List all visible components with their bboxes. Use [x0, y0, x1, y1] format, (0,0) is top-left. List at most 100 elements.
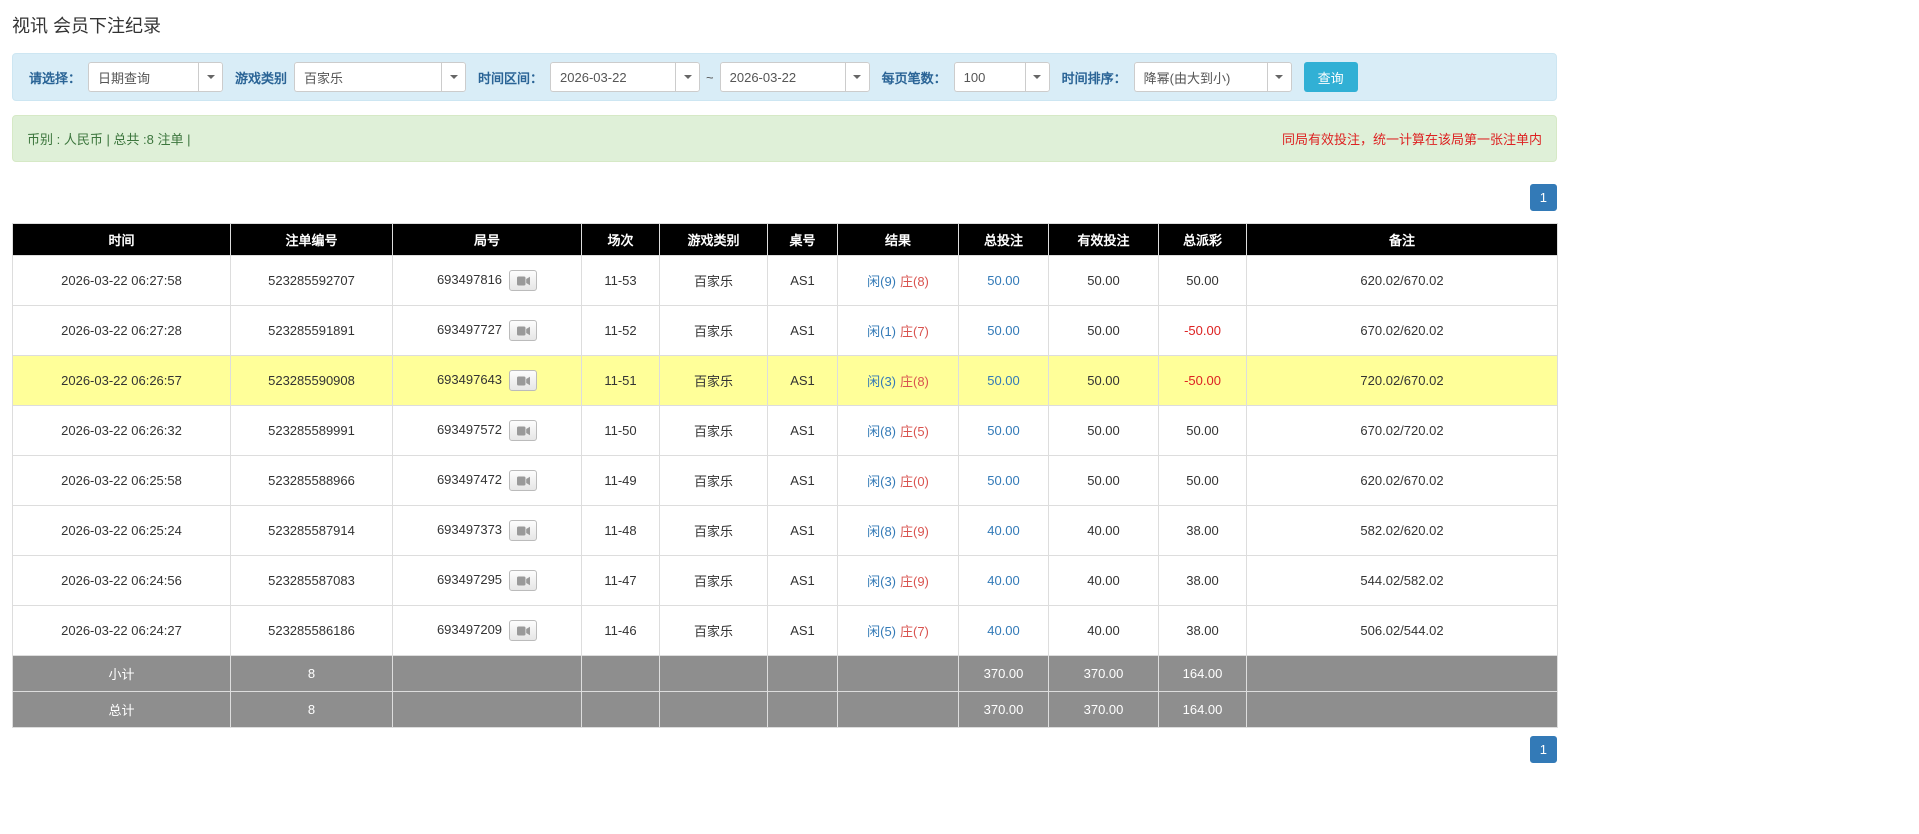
- empty-cell: [1247, 692, 1558, 728]
- bet-record-row[interactable]: 2026-03-22 06:24:27 523285586186 6934972…: [13, 606, 1558, 656]
- cell-round-id: 693497572: [393, 406, 582, 456]
- total-count: 8: [231, 692, 393, 728]
- cell-payout: 38.00: [1159, 606, 1247, 656]
- date-to-picker[interactable]: 2026-03-22: [720, 62, 870, 92]
- subtotal-valid-bet: 370.00: [1049, 656, 1159, 692]
- cell-session: 11-53: [582, 256, 660, 306]
- cell-bet-time: 2026-03-22 06:27:58: [13, 256, 231, 306]
- bet-record-row[interactable]: 2026-03-22 06:27:58 523285592707 6934978…: [13, 256, 1558, 306]
- subtotal-row: 小计 8 370.00 370.00 164.00: [13, 656, 1558, 692]
- date-from-value: 2026-03-22: [550, 62, 675, 92]
- subtotal-total-bet: 370.00: [959, 656, 1049, 692]
- column-header: 时间: [13, 224, 231, 256]
- cell-valid-bet: 50.00: [1049, 456, 1159, 506]
- sort-order-dropdown[interactable]: 降幂(由大到小): [1134, 62, 1292, 92]
- page-1-button[interactable]: 1: [1530, 736, 1557, 763]
- empty-cell: [582, 692, 660, 728]
- subtotal-label: 小计: [13, 656, 231, 692]
- cell-round-id: 693497295: [393, 556, 582, 606]
- cell-game-type: 百家乐: [660, 306, 768, 356]
- cell-game-type: 百家乐: [660, 506, 768, 556]
- cell-session: 11-51: [582, 356, 660, 406]
- cell-bet-id: 523285590908: [231, 356, 393, 406]
- cell-game-type: 百家乐: [660, 606, 768, 656]
- cell-valid-bet: 50.00: [1049, 306, 1159, 356]
- total-bet-link[interactable]: 50.00: [987, 273, 1020, 288]
- video-replay-button[interactable]: [509, 470, 537, 491]
- total-bet-link[interactable]: 50.00: [987, 423, 1020, 438]
- bet-record-row[interactable]: 2026-03-22 06:27:28 523285591891 6934977…: [13, 306, 1558, 356]
- empty-cell: [768, 692, 838, 728]
- query-type-dropdown[interactable]: 日期查询: [88, 62, 223, 92]
- cell-bet-id: 523285589991: [231, 406, 393, 456]
- cell-game-type: 百家乐: [660, 456, 768, 506]
- cell-game-type: 百家乐: [660, 406, 768, 456]
- round-id-text: 693497295: [437, 572, 502, 587]
- chevron-down-icon[interactable]: [1025, 62, 1050, 92]
- video-replay-button[interactable]: [509, 570, 537, 591]
- sort-order-label: 时间排序：: [1062, 68, 1127, 87]
- cell-round-id: 693497643: [393, 356, 582, 406]
- total-total-bet: 370.00: [959, 692, 1049, 728]
- cell-valid-bet: 50.00: [1049, 356, 1159, 406]
- bet-record-row[interactable]: 2026-03-22 06:26:32 523285589991 6934975…: [13, 406, 1558, 456]
- cell-total-bet: 50.00: [959, 456, 1049, 506]
- date-from-picker[interactable]: 2026-03-22: [550, 62, 700, 92]
- column-header: 桌号: [768, 224, 838, 256]
- cell-session: 11-46: [582, 606, 660, 656]
- video-replay-button[interactable]: [509, 270, 537, 291]
- cell-payout: 50.00: [1159, 406, 1247, 456]
- page-size-dropdown[interactable]: 100: [954, 62, 1050, 92]
- total-bet-link[interactable]: 50.00: [987, 473, 1020, 488]
- bet-record-row[interactable]: 2026-03-22 06:25:24 523285587914 6934973…: [13, 506, 1558, 556]
- video-replay-button[interactable]: [509, 520, 537, 541]
- video-replay-button[interactable]: [509, 320, 537, 341]
- video-replay-button[interactable]: [509, 420, 537, 441]
- search-button[interactable]: 查询: [1304, 62, 1358, 92]
- cell-payout: -50.00: [1159, 306, 1247, 356]
- video-camera-icon: [517, 476, 530, 486]
- total-bet-link[interactable]: 50.00: [987, 323, 1020, 338]
- video-replay-button[interactable]: [509, 370, 537, 391]
- chevron-down-icon[interactable]: [441, 62, 466, 92]
- result-player-value: 闲(8): [867, 524, 896, 539]
- cell-valid-bet: 50.00: [1049, 256, 1159, 306]
- total-bet-link[interactable]: 40.00: [987, 623, 1020, 638]
- result-banker-value: 庄(9): [900, 574, 929, 589]
- column-header: 局号: [393, 224, 582, 256]
- bet-record-row[interactable]: 2026-03-22 06:26:57 523285590908 6934976…: [13, 356, 1558, 406]
- result-banker-value: 庄(8): [900, 274, 929, 289]
- cell-valid-bet: 40.00: [1049, 556, 1159, 606]
- bet-record-row[interactable]: 2026-03-22 06:25:58 523285588966 6934974…: [13, 456, 1558, 506]
- chevron-down-icon[interactable]: [845, 62, 870, 92]
- video-replay-button[interactable]: [509, 620, 537, 641]
- round-id-text: 693497209: [437, 622, 502, 637]
- column-header: 总派彩: [1159, 224, 1247, 256]
- chevron-down-icon[interactable]: [1267, 62, 1292, 92]
- cell-bet-time: 2026-03-22 06:25:58: [13, 456, 231, 506]
- cell-round-id: 693497727: [393, 306, 582, 356]
- empty-cell: [838, 692, 959, 728]
- cell-bet-time: 2026-03-22 06:24:27: [13, 606, 231, 656]
- total-bet-link[interactable]: 40.00: [987, 523, 1020, 538]
- cell-game-type: 百家乐: [660, 256, 768, 306]
- total-label: 总计: [13, 692, 231, 728]
- cell-bet-id: 523285588966: [231, 456, 393, 506]
- cell-session: 11-52: [582, 306, 660, 356]
- bet-record-row[interactable]: 2026-03-22 06:24:56 523285587083 6934972…: [13, 556, 1558, 606]
- cell-remark: 582.02/620.02: [1247, 506, 1558, 556]
- chevron-down-icon[interactable]: [675, 62, 700, 92]
- empty-cell: [393, 692, 582, 728]
- cell-total-bet: 50.00: [959, 256, 1049, 306]
- result-player-value: 闲(5): [867, 624, 896, 639]
- cell-round-id: 693497373: [393, 506, 582, 556]
- page-1-button[interactable]: 1: [1530, 184, 1557, 211]
- cell-table-no: AS1: [768, 306, 838, 356]
- chevron-down-icon[interactable]: [198, 62, 223, 92]
- cell-bet-id: 523285592707: [231, 256, 393, 306]
- cell-bet-time: 2026-03-22 06:26:32: [13, 406, 231, 456]
- result-banker-value: 庄(9): [900, 524, 929, 539]
- game-type-dropdown[interactable]: 百家乐: [294, 62, 466, 92]
- total-bet-link[interactable]: 50.00: [987, 373, 1020, 388]
- total-bet-link[interactable]: 40.00: [987, 573, 1020, 588]
